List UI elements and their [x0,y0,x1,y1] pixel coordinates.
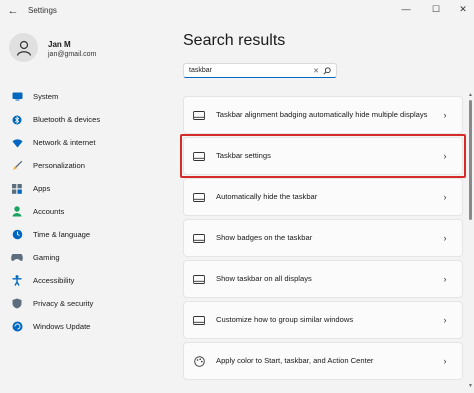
sidebar-nav: System Bluetooth & devices Network & int… [11,85,161,338]
sidebar-item-label: Privacy & security [33,299,94,308]
result-apply-color[interactable]: Apply color to Start, taskbar, and Actio… [183,342,463,380]
result-label: Automatically hide the taskbar [216,192,318,201]
sidebar-item-label: Personalization [33,161,85,170]
title-bar: ← Settings — ☐ ✕ [0,0,474,24]
sidebar-item-label: Time & language [33,230,91,239]
back-arrow-icon[interactable]: ← [6,3,20,19]
shield-icon [11,298,23,310]
sidebar-item-label: Gaming [33,253,60,262]
close-icon[interactable]: ✕ [456,2,470,16]
result-label: Show badges on the taskbar [216,233,313,242]
user-email: jan@gmail.com [48,51,97,58]
taskbar-icon [193,233,205,243]
search-icon[interactable] [321,66,333,75]
person-avatar-icon [16,40,31,56]
result-label: Apply color to Start, taskbar, and Actio… [216,356,374,365]
update-icon [11,321,23,333]
sidebar-item-accounts[interactable]: Accounts [11,200,161,223]
bluetooth-icon [11,114,23,126]
result-label: Show taskbar on all displays [216,274,312,283]
monitor-icon [11,91,23,103]
sidebar-item-time-language[interactable]: Time & language [11,223,161,246]
result-auto-hide-taskbar[interactable]: Automatically hide the taskbar › [183,178,463,216]
sidebar-item-privacy-security[interactable]: Privacy & security [11,292,161,315]
chevron-right-icon: › [443,315,447,325]
wifi-icon [11,137,23,149]
search-input[interactable]: taskbar [189,67,311,74]
chevron-right-icon: › [443,274,447,284]
scroll-down-arrow-icon[interactable]: ▼ [468,383,473,389]
page-title: Search results [183,32,286,49]
user-name: Jan M [48,40,71,49]
sidebar-item-apps[interactable]: Apps [11,177,161,200]
sidebar-item-accessibility[interactable]: Accessibility [11,269,161,292]
result-taskbar-all-displays[interactable]: Show taskbar on all displays › [183,260,463,298]
sidebar-item-label: Accounts [33,207,65,216]
scroll-up-arrow-icon[interactable]: ▲ [468,92,473,98]
person-icon [11,206,23,218]
sidebar-item-personalization[interactable]: Personalization [11,154,161,177]
result-taskbar-alignment[interactable]: Taskbar alignment badging automatically … [183,96,463,134]
apps-icon [11,183,23,195]
minimize-icon[interactable]: — [399,2,413,16]
result-show-badges[interactable]: Show badges on the taskbar › [183,219,463,257]
window-title: Settings [28,6,57,15]
sidebar-item-network[interactable]: Network & internet [11,131,161,154]
highlight-box [180,134,466,178]
sidebar-item-label: Network & internet [33,138,96,147]
clear-search-icon[interactable]: ✕ [311,67,321,75]
chevron-right-icon: › [443,192,447,202]
brush-icon [11,160,23,172]
globe-clock-icon [11,229,23,241]
avatar[interactable] [9,33,38,62]
result-group-similar-windows[interactable]: Customize how to group similar windows › [183,301,463,339]
taskbar-icon [193,110,205,120]
taskbar-icon [193,192,205,202]
sidebar-item-label: System [33,92,59,101]
result-label: Taskbar alignment badging automatically … [216,110,428,119]
accessibility-icon [11,275,23,287]
taskbar-icon [193,315,205,325]
sidebar-item-label: Bluetooth & devices [33,115,101,124]
taskbar-icon [193,274,205,284]
sidebar-item-bluetooth[interactable]: Bluetooth & devices [11,108,161,131]
gamepad-icon [11,252,23,264]
result-label: Customize how to group similar windows [216,315,354,324]
chevron-right-icon: › [443,110,447,120]
chevron-right-icon: › [443,233,447,243]
sidebar-item-label: Windows Update [33,322,91,331]
palette-icon [193,355,205,367]
maximize-icon[interactable]: ☐ [429,2,443,16]
sidebar-item-gaming[interactable]: Gaming [11,246,161,269]
sidebar-item-system[interactable]: System [11,85,161,108]
sidebar-item-label: Apps [33,184,51,193]
scrollbar-thumb[interactable] [469,100,472,220]
sidebar-item-windows-update[interactable]: Windows Update [11,315,161,338]
chevron-right-icon: › [443,356,447,366]
sidebar-item-label: Accessibility [33,276,75,285]
search-box[interactable]: taskbar ✕ [183,63,337,78]
